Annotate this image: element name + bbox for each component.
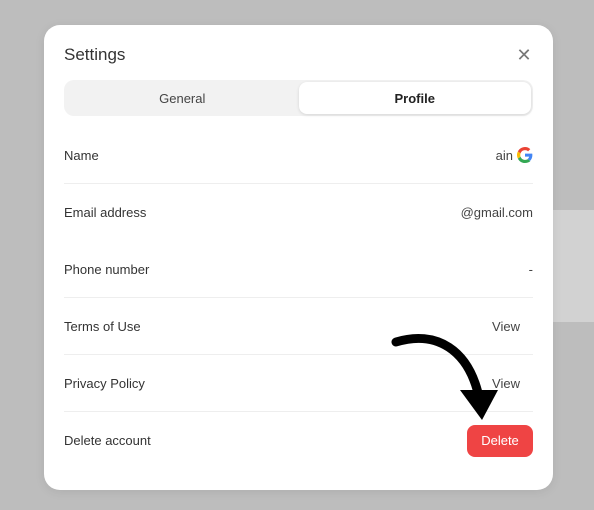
- tab-bar: General Profile: [64, 80, 533, 116]
- settings-dialog: Settings ✕ General Profile Name ain Emai…: [44, 25, 553, 490]
- delete-button[interactable]: Delete: [467, 424, 533, 457]
- name-row: Name ain: [64, 127, 533, 184]
- name-value-group: ain: [496, 147, 533, 163]
- terms-view-link[interactable]: View: [492, 319, 520, 334]
- terms-label: Terms of Use: [64, 318, 141, 334]
- name-label: Name: [64, 147, 99, 163]
- dialog-title: Settings: [64, 45, 126, 64]
- email-label: Email address: [64, 205, 147, 220]
- delete-account-label: Delete account: [64, 433, 151, 448]
- privacy-label: Privacy Policy: [64, 375, 145, 391]
- background-panel: [553, 210, 594, 322]
- delete-account-row: Delete account Delete: [64, 412, 533, 469]
- privacy-row: Privacy Policy View: [64, 355, 533, 412]
- google-icon: [517, 147, 533, 163]
- tab-profile[interactable]: Profile: [298, 82, 531, 114]
- close-icon[interactable]: ✕: [514, 45, 534, 65]
- email-value: @gmail.com: [460, 205, 533, 220]
- phone-label: Phone number: [64, 261, 150, 277]
- phone-value: -: [528, 261, 533, 277]
- tab-general[interactable]: General: [66, 82, 299, 114]
- terms-row: Terms of Use View: [64, 298, 533, 355]
- phone-row: Phone number -: [64, 241, 533, 298]
- privacy-view-link[interactable]: View: [492, 376, 520, 391]
- name-value: ain: [495, 147, 513, 163]
- profile-settings-list: Name ain Email address @gmail.com Phone …: [64, 127, 533, 469]
- email-row: Email address @gmail.com: [64, 184, 533, 241]
